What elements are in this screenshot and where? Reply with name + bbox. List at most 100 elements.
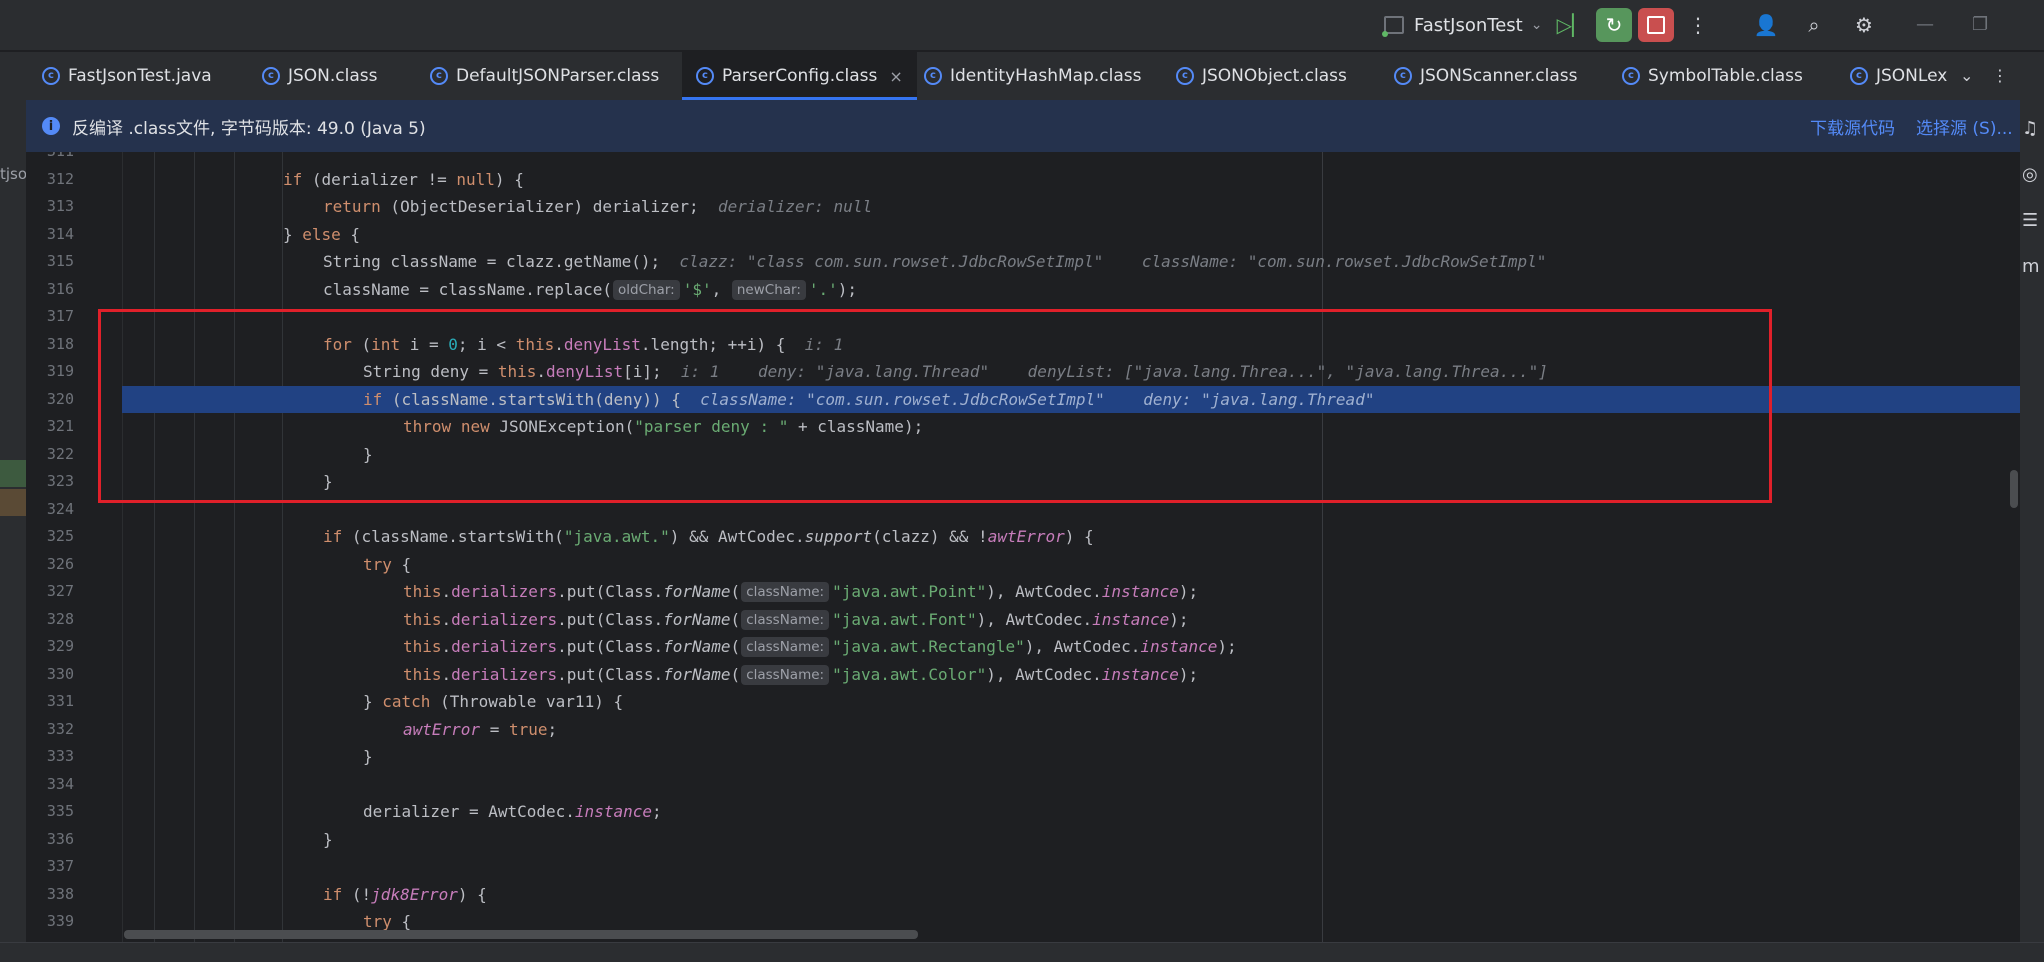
line-number: 327: [46, 582, 74, 600]
line-number: 339: [46, 912, 74, 930]
line-number: 332: [46, 719, 74, 738]
line-number: 319: [46, 362, 74, 380]
database-icon[interactable]: ☰: [2022, 210, 2038, 231]
restore-icon: ❐: [1972, 14, 1989, 35]
line-number: 338: [46, 884, 74, 903]
frame-marker-brown: [0, 489, 26, 516]
tab-parserconfig-class[interactable]: c ParserConfig.class ×: [682, 52, 917, 100]
main-toolbar: FastJsonTest ⌄ ▷▏ ↻ ⋮ 👤 ⌕ ⚙ — ❐: [0, 0, 2044, 50]
code-line: 331 } catch (Throwable var11) {: [26, 688, 2020, 716]
chevron-down-icon: ⌄: [1530, 17, 1543, 33]
tab-label: JSONObject.class: [1202, 66, 1347, 86]
tab-label: JSONLex: [1876, 66, 1948, 86]
class-icon: c: [1850, 67, 1868, 85]
tab-label: ParserConfig.class: [722, 66, 878, 86]
restore-window-button[interactable]: ❐: [1972, 14, 1988, 35]
tab-label: SymbolTable.class: [1648, 66, 1803, 86]
code-text: } catch (Throwable var11) {: [363, 692, 624, 711]
class-icon: c: [262, 67, 280, 85]
rerun-icon: ↻: [1605, 13, 1623, 37]
tab-more-icon[interactable]: ⋮: [1992, 66, 2008, 85]
line-number: 323: [46, 472, 74, 490]
choose-source-link[interactable]: 选择源 (S)...: [1916, 114, 2013, 139]
code-text: if (!jdk8Error) {: [323, 884, 487, 904]
code-text: this.derializers.put(Class.forName(class…: [403, 582, 1199, 602]
code-text: className = className.replace(oldChar: '$…: [323, 279, 858, 300]
class-icon: c: [42, 67, 60, 85]
settings-button[interactable]: ⚙: [1846, 8, 1882, 42]
code-line: 311: [26, 152, 2020, 166]
tab-json-class[interactable]: c JSON.class: [262, 52, 378, 100]
code-line: 337: [26, 853, 2020, 881]
tab-list-chevron-icon[interactable]: ⌄: [1960, 66, 1973, 85]
add-user-button[interactable]: 👤: [1748, 8, 1784, 42]
tab-jsonlexer-class[interactable]: c JSONLex: [1850, 52, 1966, 100]
parameter-hint: className:: [741, 609, 830, 630]
more-actions-button[interactable]: ⋮: [1680, 8, 1716, 42]
line-number: 320: [46, 389, 74, 408]
line-number: 325: [46, 527, 74, 545]
code-line: 327 this.derializers.put(Class.forName(c…: [26, 578, 2020, 606]
code-editor[interactable]: 311 312 if (derializer != null) { 313 re…: [26, 152, 2020, 942]
run-config-label: FastJsonTest: [1414, 14, 1523, 36]
line-number: 331: [46, 692, 74, 710]
download-source-link[interactable]: 下载源代码: [1810, 114, 1895, 139]
search-button[interactable]: ⌕: [1796, 8, 1832, 42]
code-text: } else {: [283, 224, 361, 244]
parameter-hint: oldChar:: [612, 279, 680, 300]
class-icon: c: [1394, 67, 1412, 85]
inline-debug-value: derializer: null: [698, 197, 873, 216]
class-icon: c: [1622, 67, 1640, 85]
tab-label: JSON.class: [288, 66, 378, 86]
line-number: 311: [26, 152, 74, 166]
info-icon: i: [42, 117, 60, 135]
tab-jsonscanner-class[interactable]: c JSONScanner.class: [1394, 52, 1578, 100]
line-number: 316: [46, 279, 74, 298]
resume-program-button[interactable]: ▷▏: [1554, 8, 1590, 42]
tab-defaultjsonparser-class[interactable]: c DefaultJSONParser.class: [430, 52, 659, 100]
minimize-window-button[interactable]: —: [1916, 14, 1934, 35]
minimize-icon: —: [1916, 14, 1934, 35]
code-text: this.derializers.put(Class.forName(class…: [403, 664, 1199, 685]
class-icon: c: [696, 67, 714, 85]
parameter-hint: className:: [741, 637, 830, 657]
code-line: 329 this.derializers.put(Class.forName(c…: [26, 633, 2020, 661]
more-vertical-icon: ⋮: [1688, 13, 1708, 37]
parameter-hint: className:: [741, 664, 830, 685]
vertical-scrollbar[interactable]: [2010, 470, 2018, 508]
code-line: 336 }: [26, 826, 2020, 854]
code-text: this.derializers.put(Class.forName(class…: [403, 609, 1189, 630]
notifications-icon[interactable]: ♫: [2022, 118, 2038, 139]
editor-tab-bar: c FastJsonTest.java c JSON.class c DefaultJ…: [26, 52, 2020, 101]
code-text: try {: [363, 554, 412, 574]
maven-icon[interactable]: m: [2022, 256, 2040, 277]
line-number: 334: [46, 774, 74, 793]
decompiled-info-banner: i 反编译 .class文件, 字节码版本: 49.0 (Java 5) 下载源…: [26, 100, 2020, 153]
code-text: awtError = true;: [403, 719, 558, 739]
rerun-debug-button[interactable]: ↻: [1596, 8, 1632, 42]
tab-symboltable-class[interactable]: c SymbolTable.class: [1622, 52, 1803, 100]
code-line: 328 this.derializers.put(Class.forName(c…: [26, 606, 2020, 634]
line-number: 321: [46, 417, 74, 435]
class-icon: c: [1176, 67, 1194, 85]
code-line: 338 if (!jdk8Error) {: [26, 881, 2020, 909]
line-number: 313: [46, 197, 74, 215]
tab-fastjsontest-java[interactable]: c FastJsonTest.java: [42, 52, 212, 100]
stop-button[interactable]: [1638, 8, 1674, 42]
code-text: }: [363, 747, 373, 766]
tab-identityhashmap-class[interactable]: c IdentityHashMap.class: [924, 52, 1141, 100]
line-number: 315: [46, 252, 74, 270]
code-line: 334: [26, 771, 2020, 799]
horizontal-scrollbar[interactable]: [124, 930, 918, 939]
ai-assistant-icon[interactable]: ◎: [2022, 164, 2038, 185]
close-tab-icon[interactable]: ×: [889, 67, 902, 86]
frame-marker-green: [0, 460, 26, 487]
tab-jsonobject-class[interactable]: c JSONObject.class: [1176, 52, 1347, 100]
run-configuration-selector[interactable]: FastJsonTest ⌄: [1382, 12, 1543, 38]
line-number: 326: [46, 554, 74, 573]
code-line: 335 derializer = AwtCodec.instance;: [26, 798, 2020, 826]
code-line: 326 try {: [26, 551, 2020, 579]
code-text: this.derializers.put(Class.forName(class…: [403, 637, 1237, 657]
code-line: 312 if (derializer != null) {: [26, 166, 2020, 194]
annotation-highlight-box: [98, 309, 1772, 503]
